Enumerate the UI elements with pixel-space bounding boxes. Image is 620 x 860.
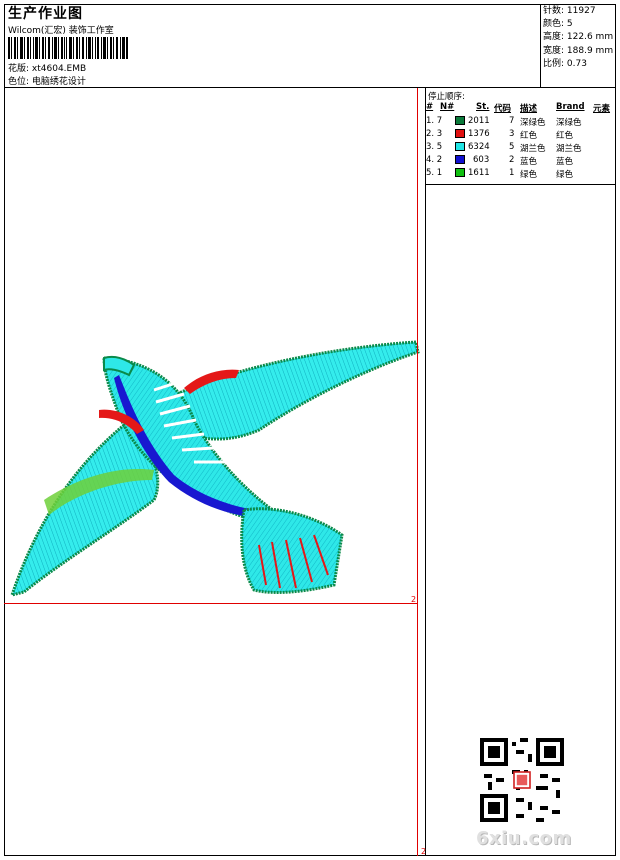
page-title: 生产作业图 — [8, 6, 83, 22]
design-file-label: 花版: — [8, 64, 30, 74]
barcode — [8, 37, 128, 59]
design-file-row: 花版: xt4604.EMB — [8, 61, 86, 74]
color-swatch — [455, 116, 465, 125]
watermark-site: 6xiu.com — [476, 828, 572, 849]
sequence-row: 2. 3 1376 3 红色 红色 — [426, 129, 574, 141]
stats-block: 针数: 11927 颜色: 5 高度: 122.6 mm 宽度: 188.9 m… — [543, 5, 613, 71]
color-swatch — [455, 155, 465, 164]
color-position-label: 色位: — [8, 77, 30, 87]
hoop-limit-horizontal — [4, 603, 418, 604]
sequence-row: 3. 5 6324 5 湖兰色 湖兰色 — [426, 142, 582, 154]
qr-code — [480, 738, 564, 822]
stat-colors: 颜色: 5 — [543, 19, 573, 30]
color-position-value: 电脑绣花设计 — [31, 77, 86, 87]
sequence-row: 4. 2 603 2 蓝色 蓝色 — [426, 155, 574, 167]
hoop-limit-vertical — [417, 88, 418, 856]
col-code: 代码 — [494, 104, 512, 114]
stat-height: 高度: 122.6 mm — [543, 32, 614, 43]
axis-marker-bottom: 2 — [421, 847, 427, 856]
axis-marker-right: 2 — [411, 595, 417, 604]
studio-name: Wilcom(汇宏) 装饰工作室 — [8, 26, 114, 36]
stop-sequence-title: 停止顺序: — [428, 92, 465, 102]
col-no: N# — [440, 102, 455, 112]
stat-scale: 比例: 0.73 — [543, 58, 587, 69]
color-swatch — [455, 168, 465, 177]
panel-divider — [425, 88, 426, 856]
col-element: 元素 — [593, 104, 611, 114]
col-st: St. — [476, 102, 490, 112]
sequence-row: 5. 1 1611 1 绿色 绿色 — [426, 168, 574, 180]
stat-width: 宽度: 188.9 mm — [543, 45, 614, 56]
col-hash: # — [426, 102, 434, 112]
embroidery-bird — [9, 340, 420, 598]
col-desc: 描述 — [520, 104, 538, 114]
stat-stitches: 针数: 11927 — [543, 6, 596, 16]
stats-divider — [540, 4, 541, 87]
col-brand: Brand — [556, 102, 585, 112]
color-swatch — [455, 129, 465, 138]
color-position-row: 色位: 电脑绣花设计 — [8, 74, 86, 87]
design-file-name: xt4604.EMB — [31, 64, 87, 74]
color-swatch — [455, 142, 465, 151]
sequence-row: 1. 7 2011 7 深绿色 深绿色 — [426, 116, 582, 128]
